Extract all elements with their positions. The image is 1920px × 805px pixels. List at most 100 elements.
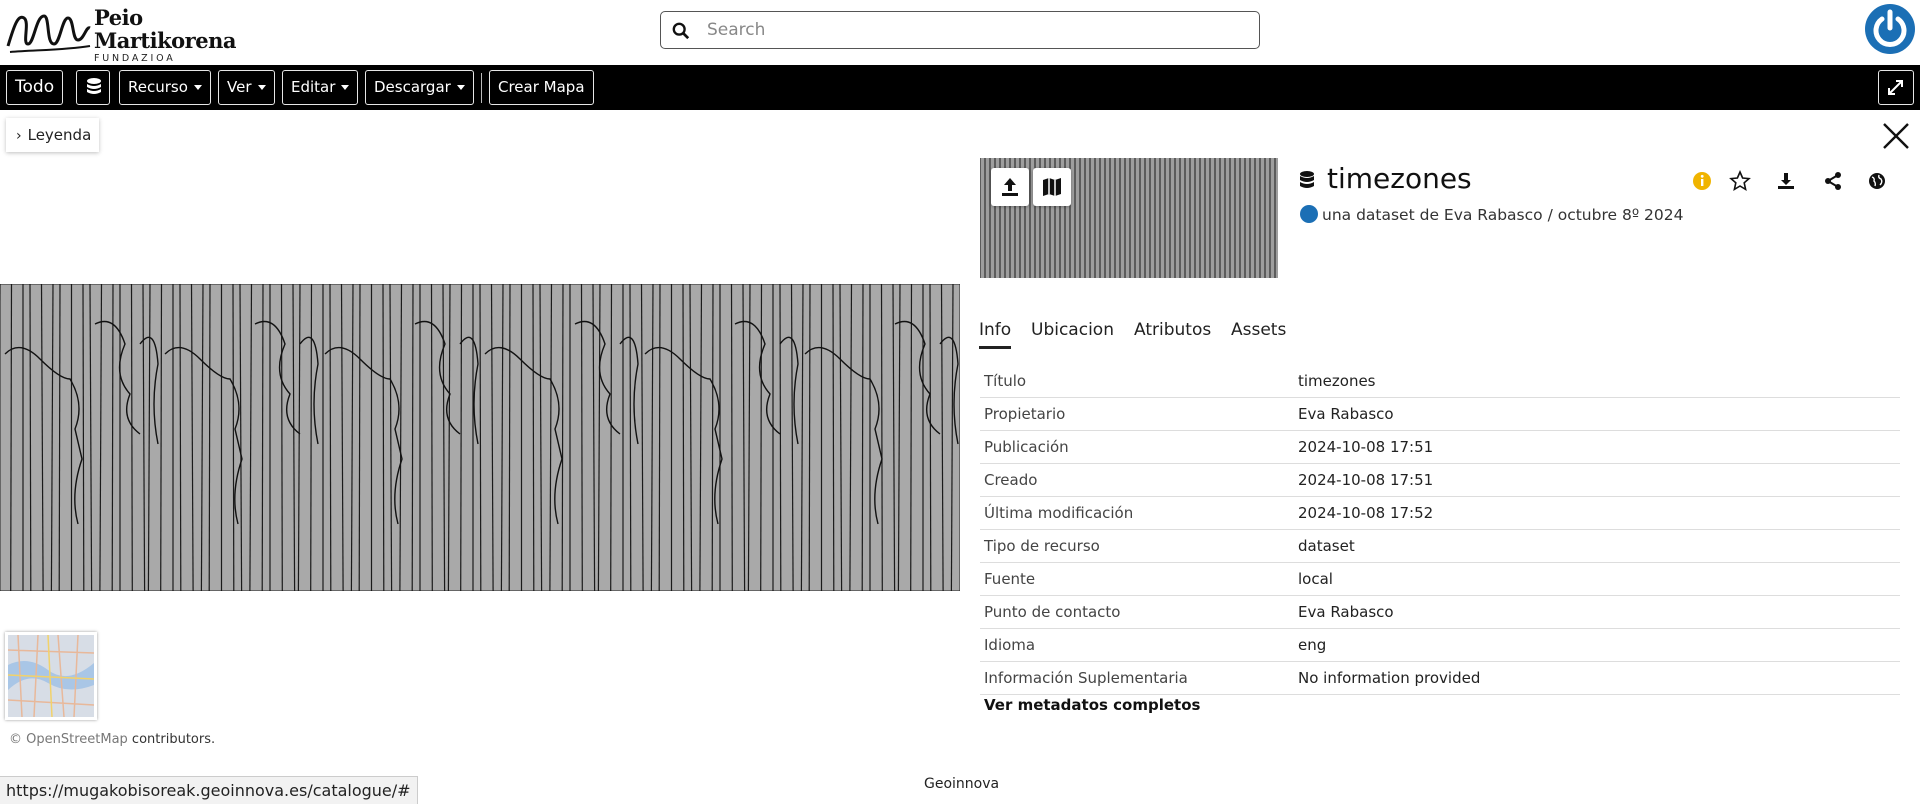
chevron-right-icon: › (16, 128, 22, 144)
toolbar-divider (481, 73, 482, 103)
timezone-boundary (232, 284, 235, 591)
timezone-boundary (82, 284, 85, 591)
star-icon[interactable] (1729, 170, 1751, 192)
ver-dropdown[interactable]: Ver (218, 70, 275, 105)
tab-info[interactable]: Info (979, 320, 1012, 349)
row-key: Título (984, 372, 1027, 390)
fullscreen-button[interactable] (1878, 70, 1914, 105)
timezone-boundary (682, 284, 685, 591)
attribution-text: contributors. (127, 732, 216, 747)
descargar-dropdown[interactable]: Descargar (365, 70, 474, 105)
timezone-boundary (179, 284, 182, 591)
row-value: local (1298, 570, 1333, 588)
table-row: Tipo de recurso dataset (980, 530, 1900, 563)
resource-subtitle: una dataset de Eva Rabasco / octubre 8º … (1300, 205, 1684, 224)
logo-line1: Peio (94, 5, 143, 30)
timezone-boundary (58, 284, 61, 591)
editar-label: Editar (291, 78, 336, 96)
share-icon[interactable] (1822, 170, 1844, 192)
footer-text: Geoinnova (924, 776, 1000, 792)
osm-link[interactable]: © OpenStreetMap (9, 732, 128, 747)
timezone-boundary (658, 284, 661, 591)
timezone-boundary (760, 284, 763, 591)
search-input[interactable] (707, 18, 1247, 42)
map-icon (1043, 178, 1061, 196)
row-value: 2024-10-08 17:52 (1298, 504, 1434, 522)
timezone-boundary (411, 284, 414, 591)
upload-thumbnail-button[interactable] (991, 168, 1029, 206)
timezone-boundary (280, 284, 283, 591)
table-row: Punto de contacto Eva Rabasco (980, 596, 1900, 629)
user-avatar[interactable] (1865, 4, 1915, 54)
logo-line3: FUNDAZIOA (94, 53, 176, 64)
timezone-boundary (460, 284, 463, 591)
globe-icon[interactable] (1866, 170, 1888, 192)
row-value[interactable]: Eva Rabasco (1298, 405, 1394, 423)
editar-dropdown[interactable]: Editar (282, 70, 359, 105)
logo-text: Peio Martikorena FUNDAZIOA (94, 6, 236, 64)
caret-down-icon (193, 85, 202, 90)
expand-icon (1888, 80, 1903, 95)
dataset-filter-button[interactable] (76, 70, 110, 105)
tab-assets[interactable]: Assets (1231, 320, 1286, 346)
tab-atributos[interactable]: Atributos (1134, 320, 1211, 346)
legend-label: Leyenda (27, 126, 92, 144)
timezone-boundary (430, 284, 433, 591)
timezones-layer[interactable] (0, 284, 960, 591)
database-icon (87, 78, 101, 94)
ver-label: Ver (227, 78, 252, 96)
owner-avatar[interactable] (1300, 205, 1318, 223)
timezone-boundary (561, 284, 564, 591)
timezone-boundary (29, 284, 32, 591)
timezone-boundary (310, 284, 313, 591)
timezone-boundary (711, 284, 714, 591)
table-row: Información Suplementaria No information … (980, 662, 1900, 695)
row-value[interactable]: Eva Rabasco (1298, 603, 1394, 621)
timezone-boundary (929, 284, 932, 591)
basemap-switcher[interactable] (5, 632, 97, 720)
logo[interactable]: Peio Martikorena FUNDAZIOA (6, 4, 236, 64)
row-value: dataset (1298, 537, 1355, 555)
row-key: Tipo de recurso (984, 537, 1100, 555)
timezone-boundary (861, 284, 864, 591)
table-row: Fuente local (980, 563, 1900, 596)
recurso-dropdown[interactable]: Recurso (119, 70, 211, 105)
row-key: Punto de contacto (984, 603, 1121, 621)
map-thumbnail-button[interactable] (1033, 168, 1071, 206)
caret-down-icon (257, 85, 266, 90)
row-key: Última modificación (984, 504, 1134, 522)
table-row: Título timezones (980, 365, 1900, 398)
toolbar: Todo Recurso Ver Editar Descargar Crear … (0, 65, 1920, 110)
row-value: eng (1298, 636, 1327, 654)
timezone-boundary (580, 284, 583, 591)
timezone-boundary (880, 284, 883, 591)
info-icon[interactable] (1691, 170, 1713, 192)
row-value: 2024-10-08 17:51 (1298, 438, 1434, 456)
timezone-boundary (730, 284, 733, 591)
timezone-boundary (629, 284, 632, 591)
map-viewer[interactable]: › Leyenda (0, 110, 960, 730)
database-icon (1300, 171, 1314, 188)
status-bar-url: https://mugakobisoreak.geoinnova.es/cata… (0, 776, 418, 804)
table-row: Idioma eng (980, 629, 1900, 662)
timezone-boundary (329, 284, 332, 591)
row-value: No information provided (1298, 669, 1481, 687)
timezone-boundary (832, 284, 835, 591)
todo-button[interactable]: Todo (6, 70, 64, 105)
close-icon[interactable] (1880, 120, 1912, 152)
caret-down-icon (456, 85, 465, 90)
full-metadata-link[interactable]: Ver metadatos completos (984, 696, 1200, 714)
timezone-boundary (808, 284, 811, 591)
caret-down-icon (341, 85, 350, 90)
header: Peio Martikorena FUNDAZIOA (0, 0, 1920, 65)
timezone-boundary (111, 284, 114, 591)
timezone-boundary (610, 284, 613, 591)
crear-mapa-button[interactable]: Crear Mapa (489, 70, 594, 105)
row-value: timezones (1298, 372, 1376, 390)
legend-toggle[interactable]: › Leyenda (6, 118, 100, 152)
download-icon[interactable] (1775, 170, 1797, 192)
tab-ubicacion[interactable]: Ubicacion (1031, 320, 1114, 346)
logo-mark-icon (6, 14, 91, 53)
resource-title: timezones (1327, 162, 1472, 195)
search-box[interactable] (660, 11, 1260, 49)
